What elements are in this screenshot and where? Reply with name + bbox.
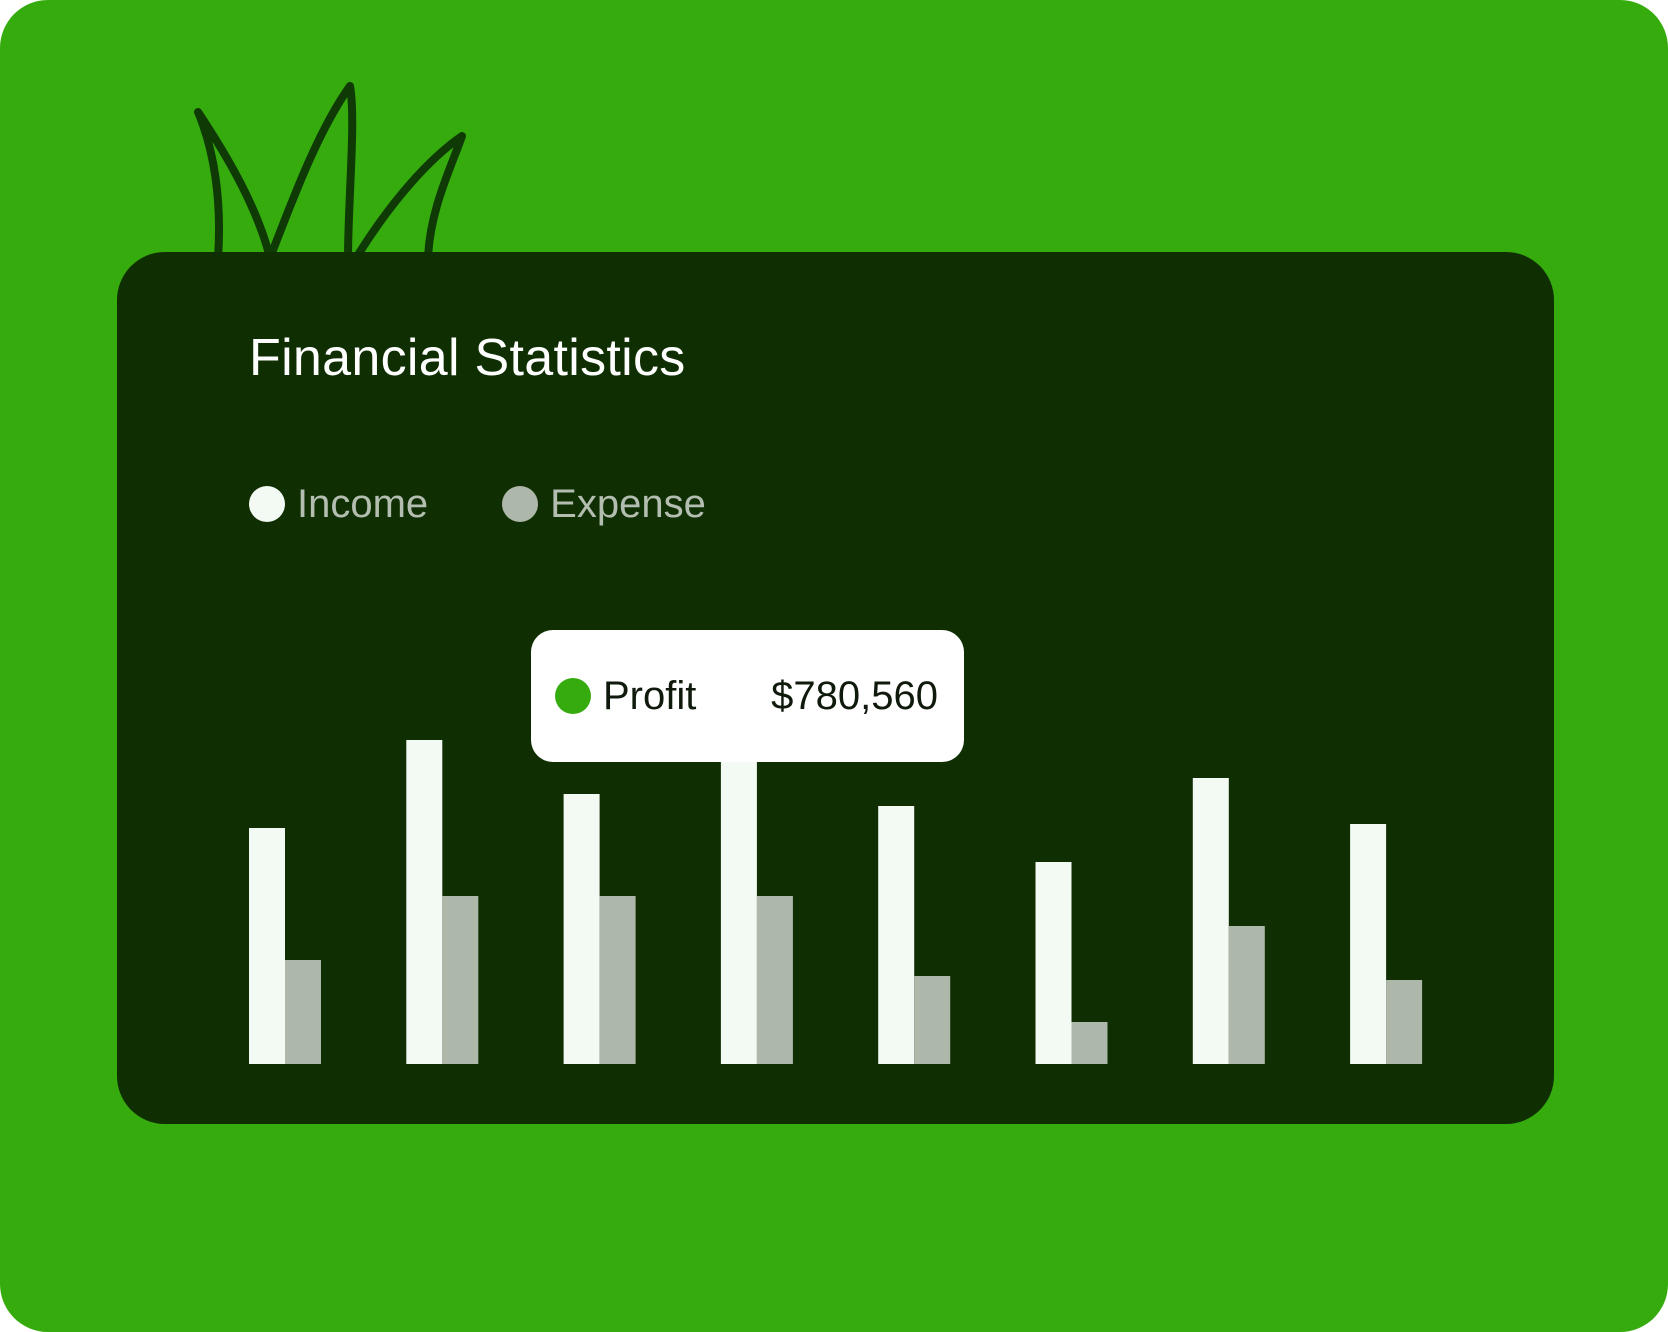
bar-income-1[interactable]	[249, 828, 285, 1064]
expense-dot-icon	[502, 486, 539, 522]
grass-blade-left	[194, 108, 274, 262]
legend-item-expense[interactable]: Expense	[502, 480, 706, 528]
background: Financial Statistics Income Expense Prof…	[0, 0, 1668, 1332]
bar-income-3[interactable]	[563, 794, 600, 1064]
bar-expense-8[interactable]	[1386, 980, 1423, 1064]
bar-income-7[interactable]	[1192, 778, 1229, 1064]
bar-expense-1[interactable]	[285, 960, 321, 1064]
income-dot-icon	[249, 486, 285, 522]
bar-income-8[interactable]	[1350, 824, 1387, 1064]
bar-expense-2[interactable]	[442, 896, 479, 1064]
bar-expense-3[interactable]	[599, 896, 636, 1064]
card-title: Financial Statistics	[249, 329, 686, 387]
financial-statistics-card: Financial Statistics Income Expense Prof…	[117, 252, 1554, 1124]
legend-item-income[interactable]: Income	[249, 480, 428, 528]
chart-legend: Income Expense	[249, 476, 706, 532]
grass-blade-middle	[266, 82, 357, 262]
bar-income-6[interactable]	[1035, 862, 1072, 1064]
profit-dot-icon	[555, 678, 591, 714]
bar-expense-6[interactable]	[1071, 1022, 1108, 1064]
bar-income-5[interactable]	[878, 806, 915, 1064]
profit-tooltip: Profit $780,560	[531, 630, 964, 762]
tooltip-value: $780,560	[771, 673, 938, 718]
legend-label-expense: Expense	[550, 482, 706, 526]
bar-income-2[interactable]	[406, 740, 443, 1064]
bar-expense-7[interactable]	[1228, 926, 1265, 1064]
legend-label-income: Income	[297, 482, 429, 526]
grass-blade-right	[352, 132, 466, 262]
bar-expense-5[interactable]	[914, 976, 951, 1064]
tooltip-label: Profit	[603, 673, 697, 718]
bar-income-4[interactable]	[720, 716, 757, 1064]
bar-expense-4[interactable]	[756, 896, 793, 1064]
